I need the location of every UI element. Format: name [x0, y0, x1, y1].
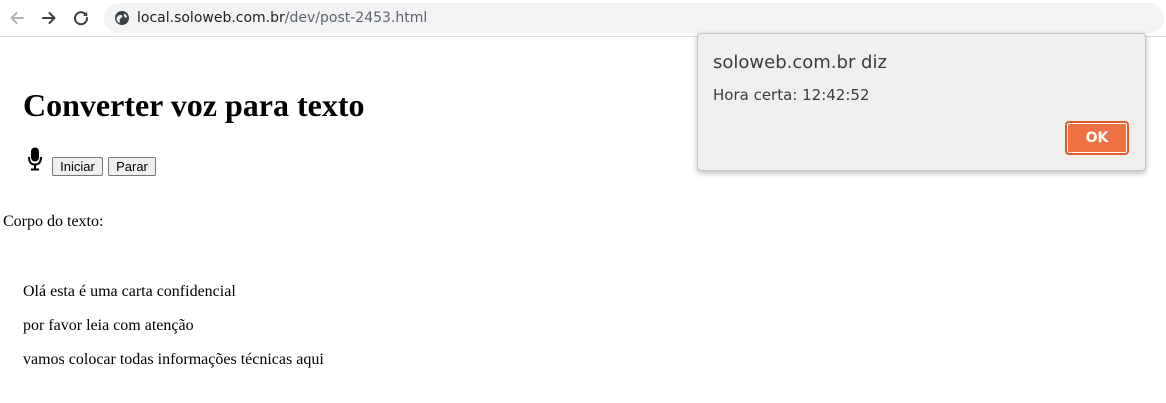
reload-icon [74, 11, 89, 26]
start-button[interactable]: Iniciar [52, 157, 103, 176]
ok-button[interactable]: OK [1065, 121, 1129, 155]
globe-icon[interactable] [114, 10, 130, 26]
page-title: Converter voz para texto [23, 87, 365, 123]
body-label: Corpo do texto: [3, 213, 104, 230]
alert-dialog: soloweb.com.br diz Hora certa: 12:42:52 … [697, 33, 1146, 171]
stop-button[interactable]: Parar [108, 157, 156, 176]
text-line: vamos colocar todas informações técnicas… [23, 351, 324, 368]
address-bar[interactable]: local.soloweb.com.br/dev/post-2453.html [104, 3, 1164, 33]
url-text: local.soloweb.com.br/dev/post-2453.html [137, 9, 427, 27]
url-host: local.soloweb.com.br [137, 10, 285, 26]
microphone-icon [28, 147, 42, 171]
text-line: Olá esta é uma carta confidencial [23, 283, 236, 300]
forward-button[interactable] [37, 6, 61, 30]
back-button[interactable] [5, 6, 29, 30]
url-path: /dev/post-2453.html [284, 10, 428, 26]
browser-toolbar: local.soloweb.com.br/dev/post-2453.html [0, 0, 1166, 37]
dialog-title: soloweb.com.br diz [713, 52, 887, 73]
arrow-left-icon [10, 12, 24, 24]
arrow-right-icon [42, 12, 56, 24]
text-line: por favor leia com atenção [23, 317, 194, 334]
reload-button[interactable] [69, 6, 93, 30]
dialog-message: Hora certa: 12:42:52 [713, 86, 870, 104]
